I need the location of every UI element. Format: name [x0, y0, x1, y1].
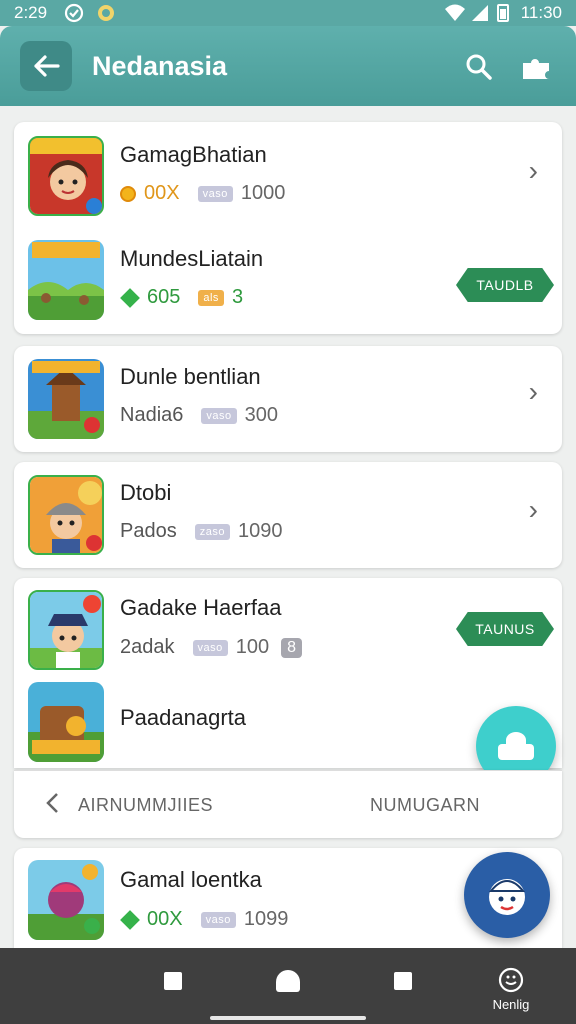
game-count: 1000	[240, 182, 286, 204]
status-clock: 11:30	[520, 3, 562, 22]
status-bar: 2:29 11:30	[0, 0, 576, 26]
wifi-icon	[444, 3, 466, 28]
previous-page-link[interactable]: AIRNUMMJIIES	[78, 795, 213, 816]
arrow-left-icon	[34, 55, 60, 77]
game-action-button[interactable]: TAUNUS	[456, 612, 554, 646]
game-meta: 2adak vaso 100 8	[120, 636, 303, 659]
game-value: 00X	[147, 908, 183, 930]
game-thumbnail[interactable]	[28, 136, 104, 216]
game-tag: vaso	[192, 639, 228, 656]
chevron-right-icon[interactable]: ›	[529, 376, 538, 408]
app-bar: Nedanasia	[0, 26, 576, 106]
nav-profile-item[interactable]: Nenlig	[486, 966, 536, 1012]
settings-status-icon	[64, 3, 84, 28]
game-count: 3	[231, 286, 244, 308]
game-title: Dtobi	[120, 480, 172, 505]
lock-icon	[498, 732, 534, 760]
game-title: Paadanagrta	[120, 705, 246, 730]
game-thumbnail[interactable]	[28, 240, 104, 320]
next-page-link[interactable]: NUMUGARN	[370, 795, 480, 816]
game-count: 1099	[243, 908, 289, 930]
game-tag: vaso	[201, 407, 237, 424]
game-thumbnail[interactable]	[28, 475, 104, 555]
game-meta: 605 als 3	[120, 286, 243, 309]
app-status-icon	[96, 3, 116, 28]
game-card-group-1: GamagBhatian 00X vaso 1000 › MundesLiata…	[14, 122, 562, 334]
game-tag: als	[198, 289, 224, 306]
game-card[interactable]: Dtobi Pados zaso 1090 ›	[14, 462, 562, 568]
game-meta: 00X vaso 1000	[120, 182, 285, 205]
chevron-left-icon[interactable]	[44, 791, 60, 821]
nav-recent-button[interactable]	[394, 972, 412, 990]
gesture-handle[interactable]	[210, 1016, 366, 1020]
signal-icon	[470, 3, 490, 28]
nav-home-button[interactable]	[276, 970, 300, 992]
gem-icon	[120, 287, 140, 308]
game-value: Pados	[120, 520, 177, 542]
mascot-icon	[488, 879, 526, 915]
game-count: 300	[244, 404, 279, 426]
coin-icon	[120, 185, 136, 202]
game-meta: Pados zaso 1090	[120, 520, 282, 543]
profile-icon	[498, 967, 524, 993]
back-button[interactable]	[20, 41, 72, 91]
puzzle-button[interactable]	[516, 46, 558, 88]
puzzle-icon	[523, 59, 549, 79]
game-count: 1090	[237, 520, 283, 542]
game-value: 00X	[144, 182, 180, 204]
mascot-chat-button[interactable]	[464, 852, 550, 938]
game-title: MundesLiatain	[120, 246, 264, 271]
game-card[interactable]: Dunle bentlian Nadia6 vaso 300 ›	[14, 346, 562, 452]
nav-square-button[interactable]	[164, 972, 182, 990]
count-badge: 8	[281, 637, 303, 658]
gem-icon	[120, 909, 140, 930]
game-title: GamagBhatian	[120, 142, 267, 167]
game-meta: Nadia6 vaso 300	[120, 404, 278, 427]
search-icon	[466, 54, 492, 80]
game-count: 100	[235, 636, 270, 658]
game-thumbnail[interactable]	[28, 590, 104, 670]
game-thumbnail[interactable]	[28, 682, 104, 762]
page-title: Nedanasia	[92, 51, 228, 81]
search-button[interactable]	[460, 48, 498, 86]
status-time: 2:29	[14, 3, 48, 22]
game-tag: zaso	[194, 523, 230, 540]
game-action-button[interactable]: TAUDLB	[456, 268, 554, 302]
chevron-right-icon[interactable]: ›	[529, 155, 538, 187]
game-meta: 00X vaso 1099	[120, 908, 288, 931]
game-thumbnail[interactable]	[28, 359, 104, 439]
game-tag: vaso	[200, 911, 236, 928]
game-thumbnail[interactable]	[28, 860, 104, 940]
game-tag: vaso	[197, 185, 233, 202]
chevron-right-icon[interactable]: ›	[529, 494, 538, 526]
game-value: 2adak	[120, 636, 175, 658]
game-title: Gamal loentka	[120, 867, 262, 892]
game-title: Gadake Haerfaa	[120, 595, 282, 620]
pagination-bar: AIRNUMMJIIES NUMUGARN	[14, 770, 562, 838]
battery-icon	[496, 3, 510, 28]
game-value: 605	[147, 286, 181, 308]
game-value: Nadia6	[120, 404, 184, 426]
game-title: Dunle bentlian	[120, 364, 261, 389]
nav-profile-label: Nenlig	[492, 997, 530, 1012]
bottom-nav-bar: Nenlig	[0, 948, 576, 1024]
